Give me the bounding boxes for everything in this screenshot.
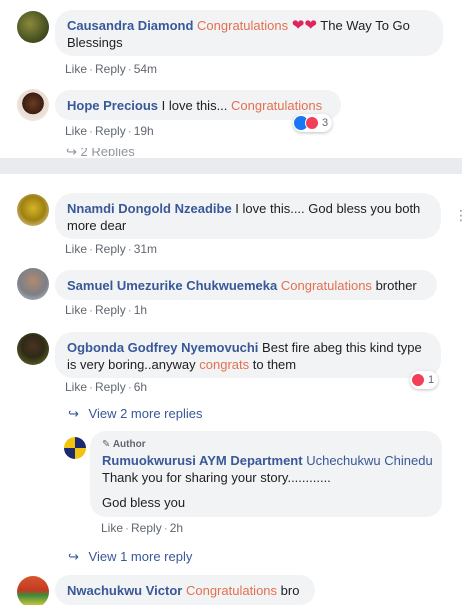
comment-bubble: Nwachukwu Victor Congratulations bro bbox=[55, 575, 315, 605]
reply-link[interactable]: Reply bbox=[95, 124, 126, 138]
reply-link[interactable]: Reply bbox=[95, 303, 126, 317]
congratulations-text: Congratulations bbox=[231, 98, 323, 113]
reply-text: Thank you for sharing your story........… bbox=[102, 470, 331, 485]
comment-text: more dear bbox=[67, 218, 127, 233]
like-link[interactable]: Like bbox=[101, 521, 123, 535]
like-link[interactable]: Like bbox=[65, 380, 87, 394]
comment-text: bro bbox=[280, 583, 300, 598]
comment-text: Blessings bbox=[67, 35, 123, 50]
comment-bubble: Causandra Diamond Congratulations ❤❤ The… bbox=[55, 10, 443, 56]
replies-count: 2 Replies bbox=[80, 148, 135, 156]
comment-actions: Like · Reply · 19h bbox=[65, 124, 154, 138]
comment-text: The Way To Go bbox=[320, 18, 410, 33]
comment-text: is very boring..anyway bbox=[67, 357, 196, 372]
comment-text: I love this... bbox=[161, 98, 228, 113]
comment-actions: Like · Reply · 31m bbox=[65, 242, 158, 256]
reply-arrow-icon: ↪ bbox=[68, 406, 79, 421]
author-badge: Author bbox=[112, 439, 146, 450]
partial-replies-link[interactable]: ↪ 2 Replies bbox=[66, 148, 135, 156]
reply-link[interactable]: Reply bbox=[95, 62, 126, 76]
love-reaction-icon bbox=[305, 116, 319, 130]
like-link[interactable]: Like bbox=[65, 124, 87, 138]
reply-link[interactable]: Reply bbox=[95, 380, 126, 394]
reply-link[interactable]: Reply bbox=[131, 521, 162, 535]
reply-arrow-icon: ↪ bbox=[68, 549, 79, 564]
author-name[interactable]: Rumuokwurusi AYM Department bbox=[102, 453, 303, 468]
more-options-icon[interactable]: ⋮ bbox=[454, 208, 462, 222]
commenter-name[interactable]: Ogbonda Godfrey Nyemovuchi bbox=[67, 340, 258, 355]
comment-bubble: Ogbonda Godfrey Nyemovuchi Best fire abe… bbox=[55, 332, 441, 378]
love-reaction-icon bbox=[411, 373, 425, 387]
view-more-replies-link[interactable]: ↪ View 2 more replies bbox=[68, 406, 202, 422]
congratulations-text: Congratulations bbox=[280, 278, 372, 293]
commenter-name[interactable]: Nwachukwu Victor bbox=[67, 583, 182, 598]
reply-link[interactable]: Reply bbox=[95, 242, 126, 256]
comment-time[interactable]: 31m bbox=[134, 242, 157, 256]
comment-text: I love this.... God bless you both bbox=[235, 201, 421, 216]
avatar-nwachukwu[interactable] bbox=[17, 576, 49, 605]
avatar-hope[interactable] bbox=[17, 89, 49, 121]
avatar-author[interactable] bbox=[64, 437, 86, 459]
avatar-causandra[interactable] bbox=[17, 11, 49, 43]
like-link[interactable]: Like bbox=[65, 62, 87, 76]
tagged-user[interactable]: Uchechukwu Chinedu bbox=[306, 453, 432, 468]
reaction-count: 3 bbox=[322, 117, 329, 129]
comment-text: Best fire abeg this kind type bbox=[262, 340, 422, 355]
reply-text: God bless you bbox=[102, 495, 186, 510]
view-replies-label: View 2 more replies bbox=[88, 406, 203, 421]
avatar-ogbonda[interactable] bbox=[17, 333, 49, 365]
congratulations-text: Congratulations bbox=[185, 583, 278, 598]
commenter-name[interactable]: Samuel Umezurike Chukwuemeka bbox=[67, 278, 277, 293]
avatar-nnamdi[interactable] bbox=[17, 194, 49, 226]
reaction-count: 1 bbox=[428, 374, 435, 386]
comment-actions: Like · Reply · 6h bbox=[65, 380, 148, 394]
pencil-icon: ✎ bbox=[102, 439, 111, 450]
view-replies-label: View 1 more reply bbox=[88, 549, 193, 564]
reaction-summary[interactable]: 1 bbox=[410, 371, 439, 389]
reaction-summary[interactable]: 3 bbox=[293, 114, 333, 132]
comment-time[interactable]: 19h bbox=[134, 124, 154, 138]
comment-actions: Like · Reply · 54m bbox=[65, 62, 158, 76]
comment-time[interactable]: 1h bbox=[134, 303, 147, 317]
comment-text: brother bbox=[375, 278, 417, 293]
comment-bubble: Samuel Umezurike Chukwuemeka Congratulat… bbox=[55, 270, 437, 300]
commenter-name[interactable]: Causandra Diamond bbox=[67, 18, 193, 33]
comment-time[interactable]: 54m bbox=[134, 62, 157, 76]
comment-actions: Like · Reply · 1h bbox=[65, 303, 148, 317]
like-link[interactable]: Like bbox=[65, 303, 87, 317]
heart-icon: ❤ bbox=[291, 17, 305, 34]
comment-time[interactable]: 6h bbox=[134, 380, 147, 394]
comment-time[interactable]: 2h bbox=[170, 521, 183, 535]
commenter-name[interactable]: Nnamdi Dongold Nzeadibe bbox=[67, 201, 232, 216]
view-more-reply-link[interactable]: ↪ View 1 more reply bbox=[68, 549, 192, 565]
author-reply-bubble: ✎ Author Rumuokwurusi AYM Department Uch… bbox=[90, 431, 442, 517]
reply-arrow-icon: ↪ bbox=[66, 148, 77, 156]
comment-text: to them bbox=[252, 357, 297, 372]
section-divider bbox=[0, 158, 462, 174]
congrats-text: congrats bbox=[199, 357, 250, 372]
like-link[interactable]: Like bbox=[65, 242, 87, 256]
avatar-samuel[interactable] bbox=[17, 268, 49, 300]
commenter-name[interactable]: Hope Precious bbox=[67, 98, 158, 113]
heart-icon: ❤ bbox=[304, 17, 317, 34]
congratulations-text: Congratulations bbox=[197, 18, 289, 33]
comment-bubble: Nnamdi Dongold Nzeadibe I love this.... … bbox=[55, 193, 441, 239]
reply-actions: Like · Reply · 2h bbox=[101, 521, 184, 535]
